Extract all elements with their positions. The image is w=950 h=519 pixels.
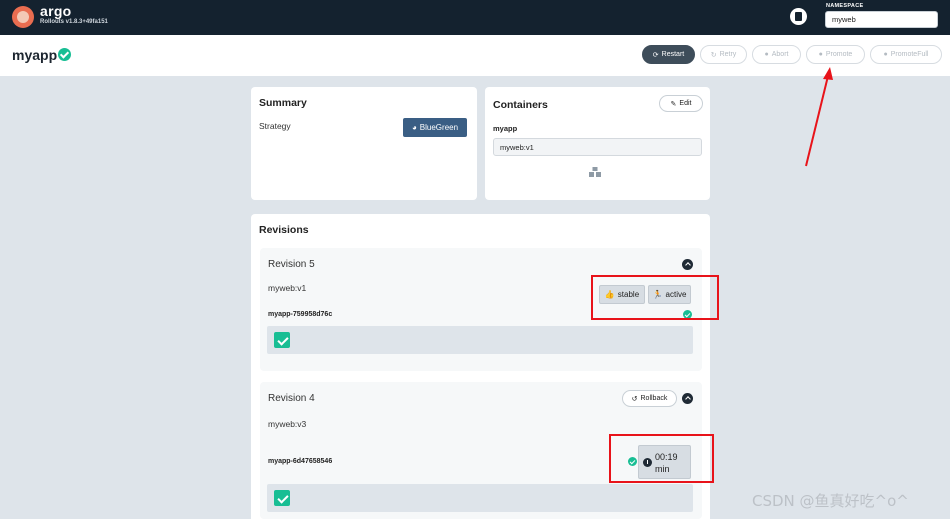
revision-image: myweb:v1 [268,283,307,293]
abort-button[interactable]: ● Abort [752,45,801,64]
namespace-input[interactable] [825,11,938,28]
watermark: CSDN @鱼真好吃^o^ [752,492,909,510]
rollback-label: Rollback [640,395,668,402]
restart-label: Restart [661,51,685,58]
collapse-chevron-icon[interactable] [682,259,693,270]
revisions-title: Revisions [259,224,309,236]
edit-icon: ✎ [670,100,677,108]
retry-button[interactable]: ↻ Retry [700,45,747,64]
retry-icon: ↻ [710,51,717,59]
restart-icon: ⟳ [652,51,659,59]
pods-strip [267,484,693,512]
replicaset-name: myapp-6d47658546 [268,458,333,465]
retry-label: Retry [719,51,737,58]
rollback-button[interactable]: ↺ Rollback [622,390,677,407]
promote-full-label: PromoteFull [890,51,929,58]
revision-image: myweb:v3 [268,419,307,429]
version-label: Rollouts v1.8.3+49fa151 [40,19,108,25]
strategy-label: Strategy [259,121,291,131]
containers-title: Containers [493,99,548,111]
edit-label: Edit [679,100,692,107]
cubes-icon [589,167,601,177]
promote-icon: ● [818,51,823,58]
promote-full-button[interactable]: ● PromoteFull [870,45,942,64]
pod-healthy-icon[interactable] [274,490,290,506]
argo-logo-icon[interactable] [12,6,34,28]
palette-icon: ◕ [411,123,417,132]
promote-button[interactable]: ● Promote [806,45,865,64]
summary-title: Summary [259,97,307,109]
collapse-chevron-icon[interactable] [682,393,693,404]
abort-label: Abort [771,51,789,58]
revision-title: Revision 4 [268,393,315,404]
top-bar: argo Rollouts v1.8.3+49fa151 NAMESPACE [0,0,950,35]
strategy-value: BlueGreen [419,123,459,132]
docs-icon[interactable] [790,8,807,25]
pods-strip [267,326,693,354]
edit-button[interactable]: ✎ Edit [659,95,703,112]
strategy-badge: ◕ BlueGreen [403,118,467,137]
containers-card: Containers ✎ Edit myapp myweb:v1 [485,87,710,200]
promote-full-icon: ● [883,51,888,58]
abort-icon: ● [764,51,769,58]
annotation-arrow [805,67,833,167]
container-image-field[interactable]: myweb:v1 [493,138,702,156]
pod-healthy-icon[interactable] [274,332,290,348]
restart-button[interactable]: ⟳ Restart [642,45,695,64]
promote-label: Promote [825,51,853,58]
container-name: myapp [493,124,518,133]
undo-icon: ↺ [631,395,638,403]
page-title: myapp [12,47,58,63]
brand-name: argo [40,3,72,19]
annotation-box [609,434,714,483]
replicaset-name: myapp-759958d76c [268,311,333,318]
healthy-status-icon [58,48,71,61]
namespace-label: NAMESPACE [826,3,864,9]
annotation-box [591,275,719,320]
summary-card: Summary Strategy ◕ BlueGreen [251,87,477,200]
revision-title: Revision 5 [268,259,315,270]
